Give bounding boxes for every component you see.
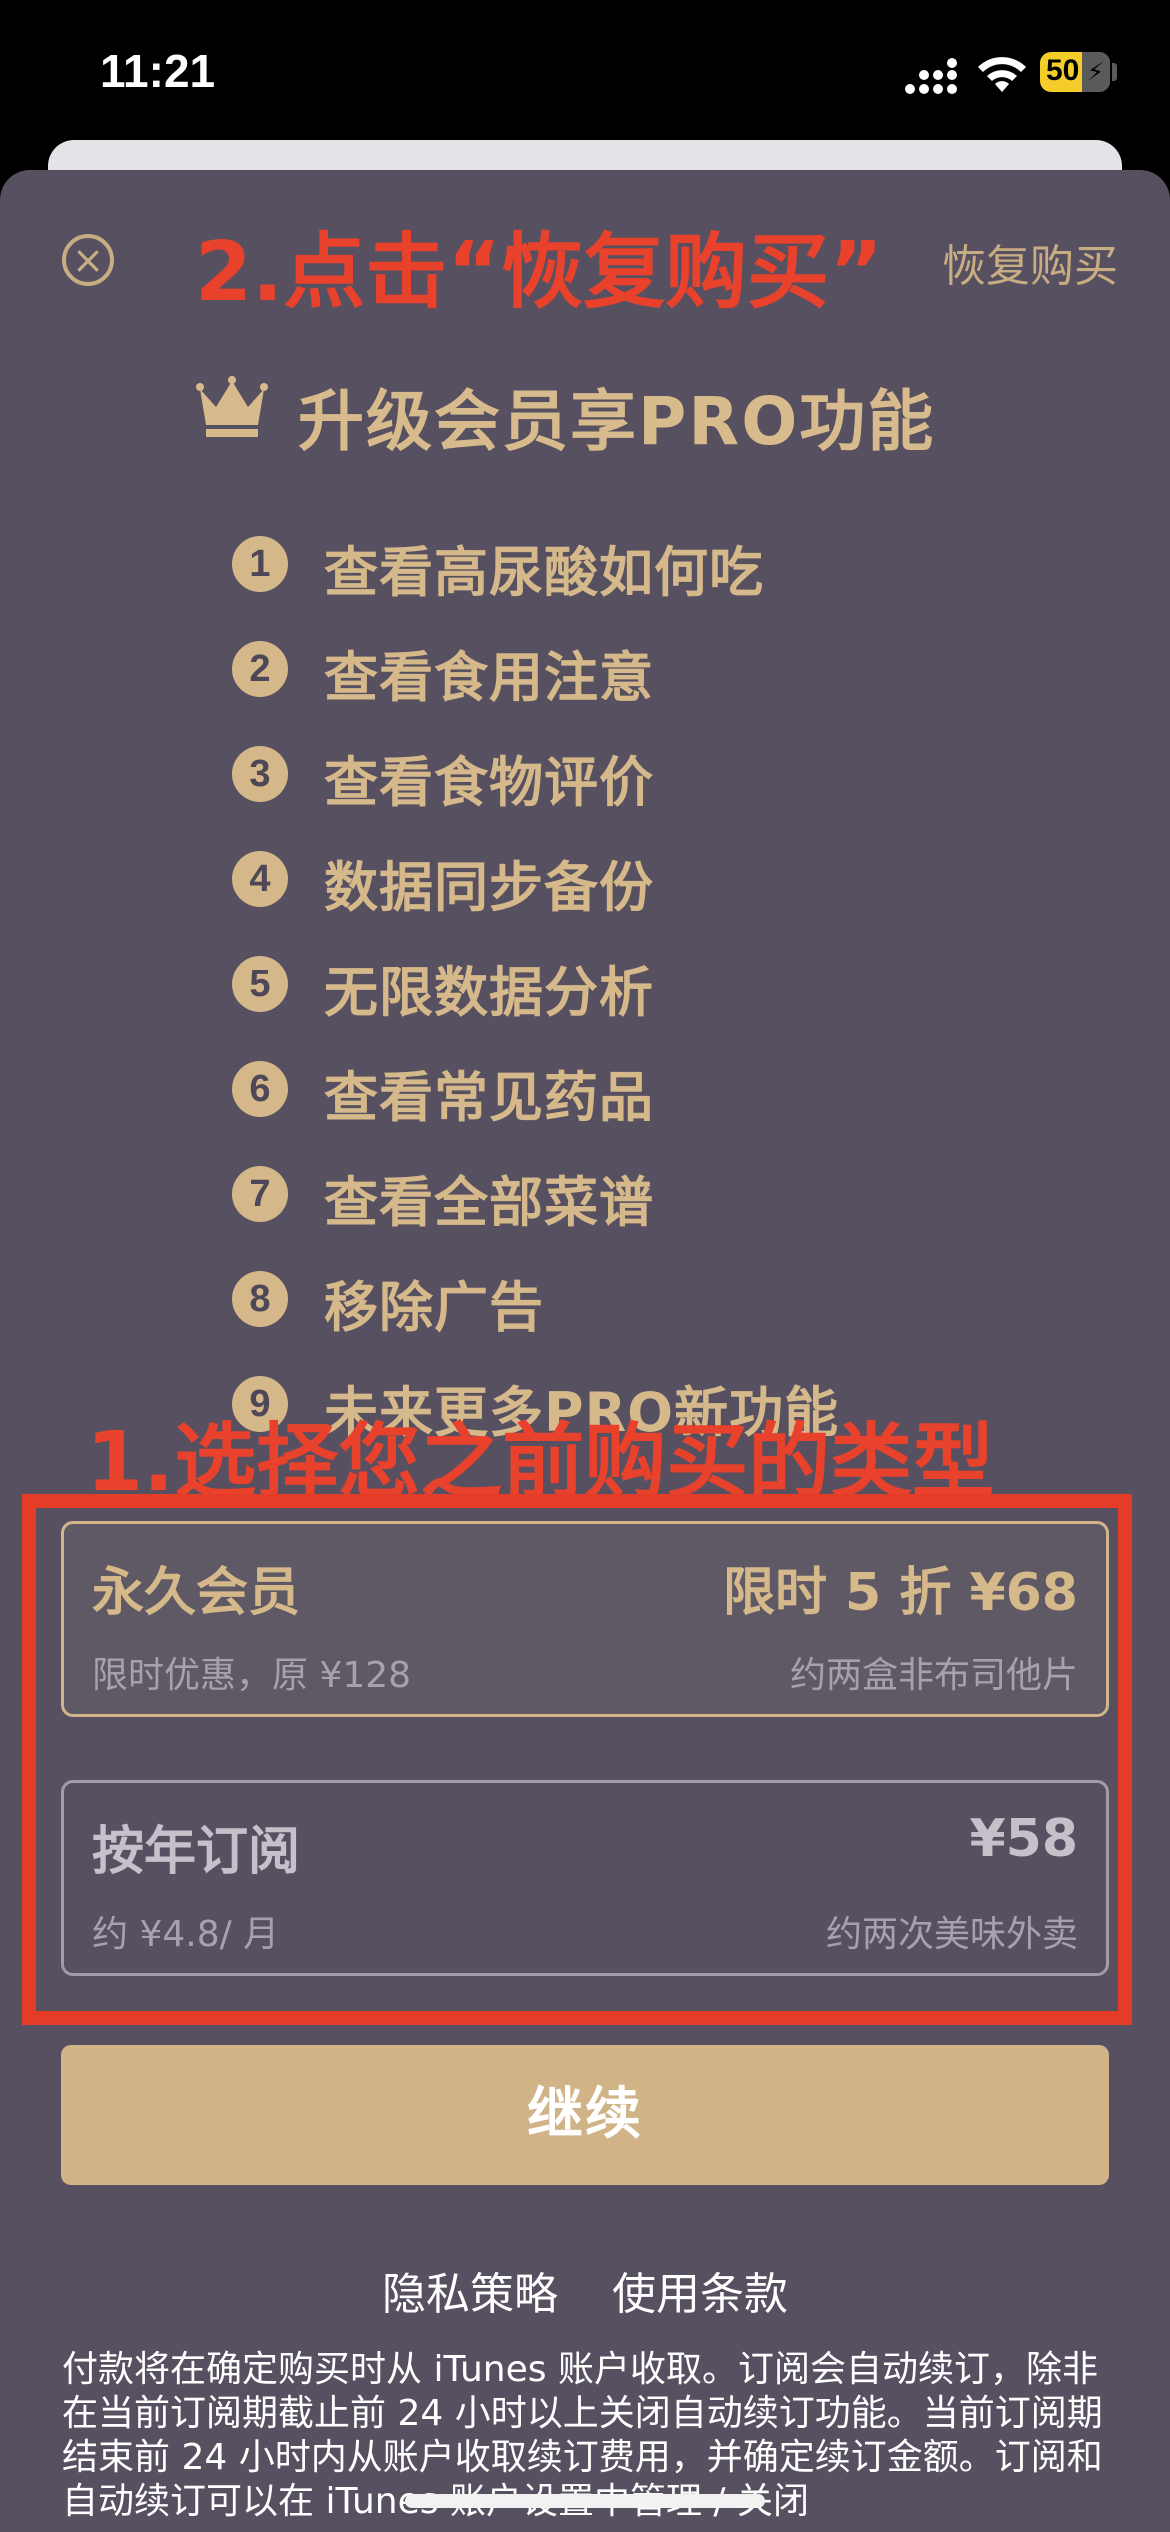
legal-links: 隐私策略 使用条款 — [0, 2258, 1170, 2322]
plan-subtitle: 限时优惠，原 ¥128 — [92, 1655, 412, 1696]
close-circle-icon[interactable]: × — [62, 234, 114, 286]
annotation-step-2: 2.点击“恢复购买” — [195, 225, 883, 320]
feature-number-badge: 3 — [232, 746, 288, 802]
plan-price: 限时 5 折 ¥68 — [722, 1563, 1078, 1623]
battery-level: 50 — [1046, 54, 1080, 87]
feature-label: 数据同步备份 — [324, 856, 654, 919]
feature-label: 查看全部菜谱 — [324, 1171, 654, 1234]
home-indicator[interactable] — [405, 2494, 765, 2508]
terms-of-use-link[interactable]: 使用条款 — [612, 2269, 788, 2320]
feature-label: 查看食物评价 — [324, 751, 654, 814]
crown-icon — [196, 376, 268, 437]
plan-subtitle: 约 ¥4.8/ 月 — [92, 1914, 280, 1955]
feature-label: 查看常见药品 — [324, 1066, 654, 1129]
plan-name: 永久会员 — [92, 1563, 301, 1623]
plan-name: 按年订阅 — [92, 1822, 301, 1882]
privacy-policy-link[interactable]: 隐私策略 — [382, 2269, 558, 2320]
feature-number-badge: 1 — [232, 536, 288, 592]
feature-label: 查看高尿酸如何吃 — [324, 541, 764, 604]
feature-number-badge: 6 — [232, 1061, 288, 1117]
feature-label: 无限数据分析 — [324, 961, 654, 1024]
feature-number-badge: 7 — [232, 1166, 288, 1222]
battery-charging-icon: 50 ⚡ — [1040, 52, 1110, 92]
plan-note: 约两盒非布司他片 — [789, 1655, 1078, 1696]
restore-purchase-button[interactable]: 恢复购买 — [942, 230, 1118, 294]
cellular-signal-icon — [905, 58, 957, 94]
feature-label: 查看食用注意 — [324, 646, 654, 709]
feature-number-badge: 2 — [232, 641, 288, 697]
page-title: 升级会员享PRO功能 — [298, 383, 936, 460]
plan-option-lifetime[interactable]: 永久会员 限时 5 折 ¥68 限时优惠，原 ¥128 约两盒非布司他片 — [61, 1521, 1109, 1717]
status-time: 11:21 — [100, 45, 216, 97]
wifi-icon — [978, 57, 1026, 92]
feature-label: 移除广告 — [324, 1276, 544, 1339]
plan-option-yearly[interactable]: 按年订阅 ¥58 约 ¥4.8/ 月 约两次美味外卖 — [61, 1780, 1109, 1976]
feature-number-badge: 5 — [232, 956, 288, 1012]
plan-note: 约两次美味外卖 — [825, 1914, 1078, 1955]
feature-number-badge: 8 — [232, 1271, 288, 1327]
continue-button[interactable]: 继续 — [61, 2045, 1109, 2185]
status-bar: 11:21 50 ⚡ — [0, 0, 1170, 150]
feature-number-badge: 4 — [232, 851, 288, 907]
plan-price: ¥58 — [969, 1809, 1078, 1869]
